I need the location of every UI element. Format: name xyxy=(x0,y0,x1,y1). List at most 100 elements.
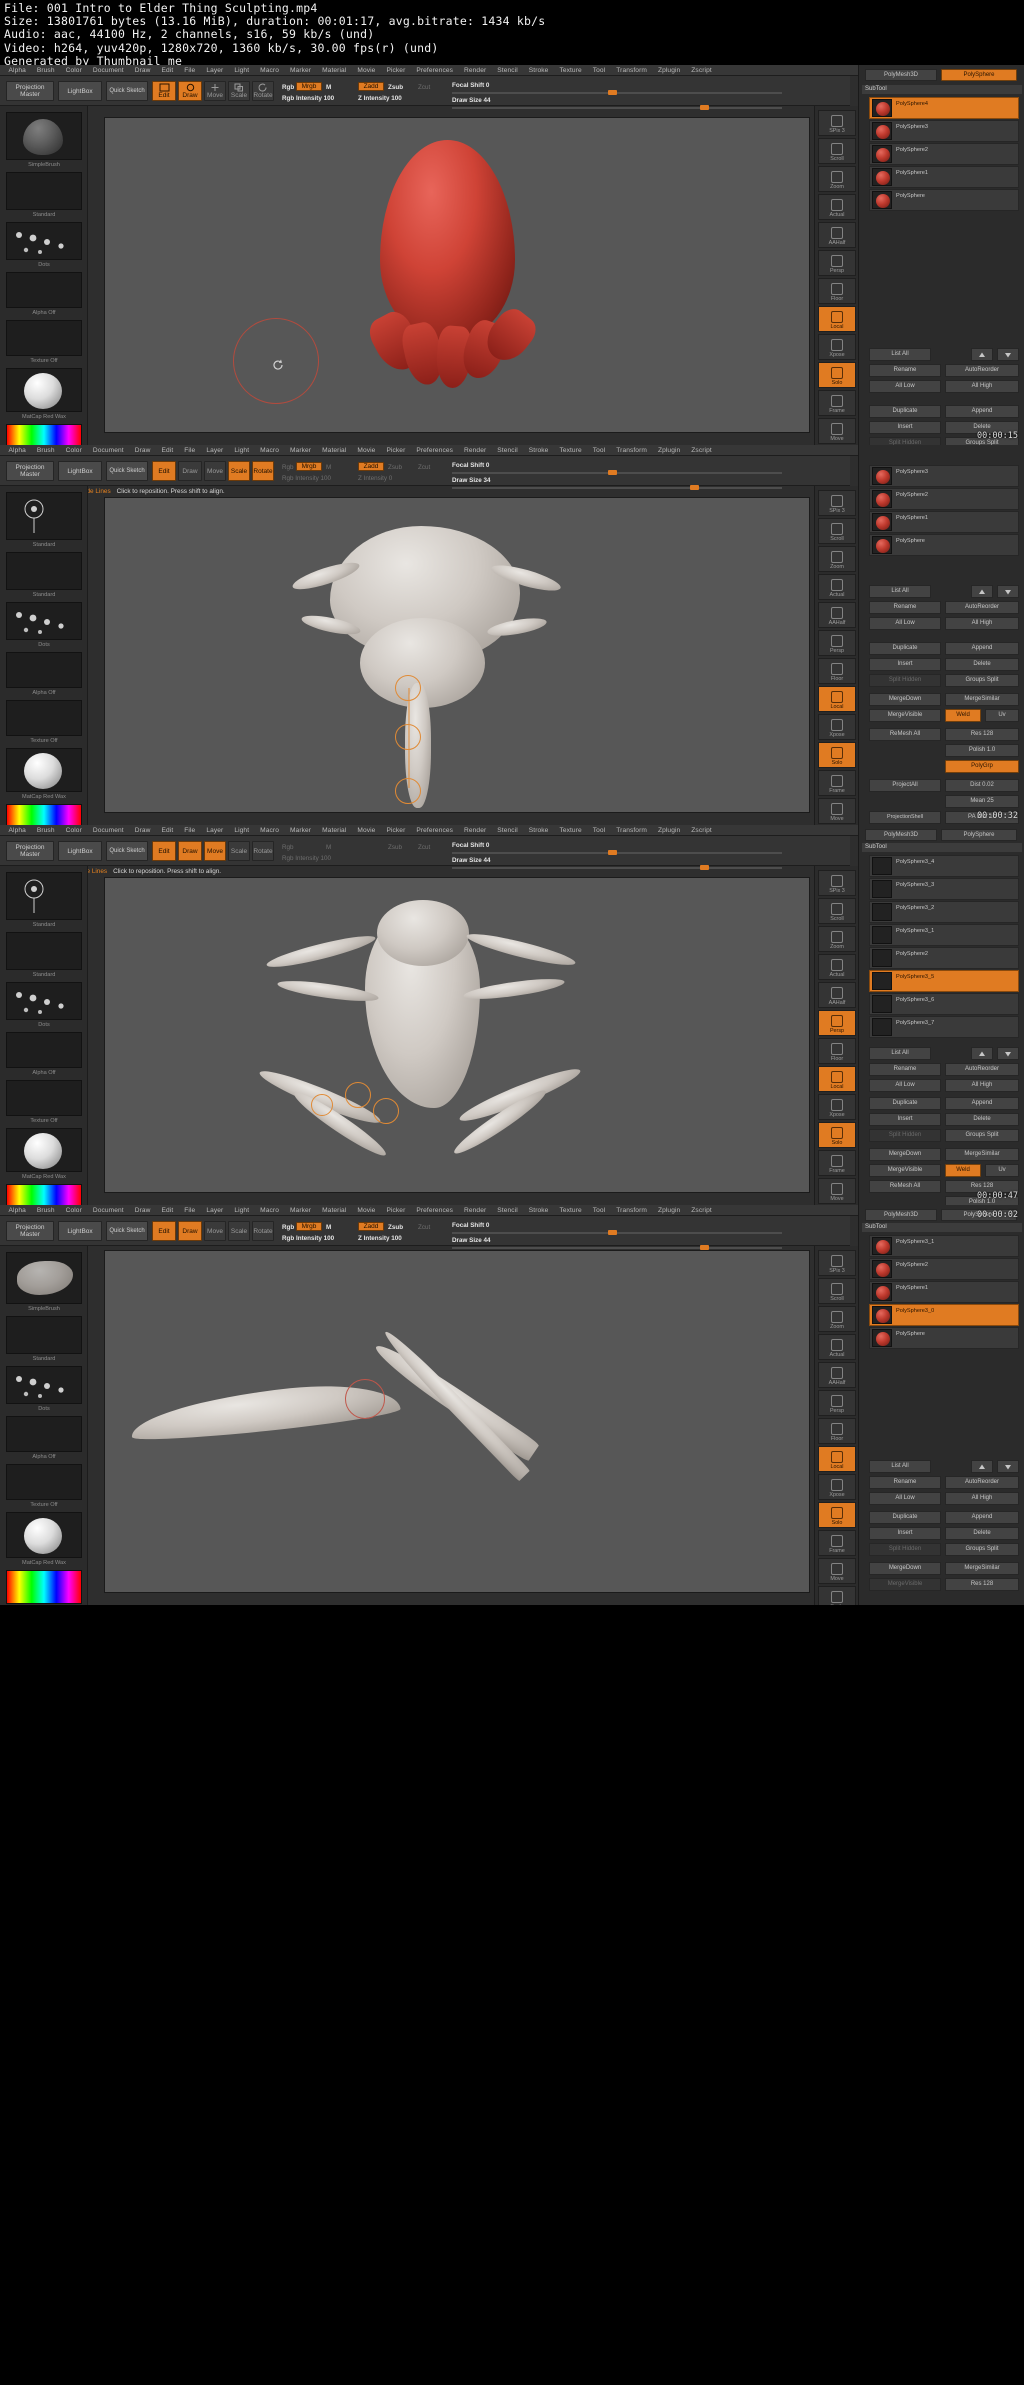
alpha-picker[interactable] xyxy=(6,652,82,688)
subtool-row[interactable]: PolySphere3_4 xyxy=(869,855,1019,877)
menu-item-material[interactable]: Material xyxy=(317,447,352,454)
project-all-button[interactable]: ProjectAll xyxy=(869,779,941,792)
merge-down-button[interactable]: MergeDown xyxy=(869,693,941,706)
menu-item-transform[interactable]: Transform xyxy=(611,1207,653,1214)
projection-master-button[interactable]: Projection Master xyxy=(6,1221,54,1241)
split-hidden-button[interactable]: Split Hidden xyxy=(869,1543,941,1556)
subtool-row[interactable]: PolySphere3_1 xyxy=(869,924,1019,946)
quick-local[interactable]: Local xyxy=(818,686,856,712)
rgb-intensity-label[interactable]: Rgb Intensity 100 xyxy=(282,95,334,102)
mrgb-button[interactable]: Mrgb xyxy=(296,462,322,471)
stroke-picker[interactable] xyxy=(6,222,82,260)
menu-item-zscript[interactable]: Zscript xyxy=(686,827,717,834)
polymesh3d-button[interactable]: PolyMesh3D xyxy=(865,69,937,81)
menu-item-tool[interactable]: Tool xyxy=(587,447,611,454)
menu-item-layer[interactable]: Layer xyxy=(201,1207,229,1214)
menu-item-document[interactable]: Document xyxy=(87,67,129,74)
transpose-ring-a[interactable] xyxy=(345,1082,371,1108)
mrgb-button[interactable]: Mrgb xyxy=(296,1222,322,1231)
menu-item-brush[interactable]: Brush xyxy=(31,1207,60,1214)
menu-item-edit[interactable]: Edit xyxy=(156,447,179,454)
zadd-button[interactable]: Zadd xyxy=(358,82,384,91)
m-label[interactable]: M xyxy=(326,84,331,91)
rgb-label[interactable]: Rgb xyxy=(282,84,294,91)
weld-button[interactable]: Weld xyxy=(945,1164,981,1177)
menu-item-layer[interactable]: Layer xyxy=(201,67,229,74)
groups-split-button[interactable]: Groups Split xyxy=(945,1543,1019,1556)
quick-spix[interactable]: SPix 3 xyxy=(818,1250,856,1276)
duplicate-button[interactable]: Duplicate xyxy=(869,642,941,655)
polish-slider[interactable]: Polish 1.0 xyxy=(945,744,1019,757)
list-all-button[interactable]: List All xyxy=(869,348,931,361)
groups-split-button[interactable]: Groups Split xyxy=(945,1129,1019,1142)
viewport-canvas-3[interactable] xyxy=(104,877,810,1193)
menu-item-render[interactable]: Render xyxy=(459,67,492,74)
focal-shift-slider[interactable] xyxy=(452,472,782,474)
quick-xpose[interactable]: Xpose xyxy=(818,1474,856,1500)
menu-item-file[interactable]: File xyxy=(179,447,201,454)
rgb-label[interactable]: Rgb xyxy=(282,844,294,851)
menu-item-texture[interactable]: Texture xyxy=(554,1207,587,1214)
brush-picker[interactable] xyxy=(6,552,82,590)
subtool-row-selected[interactable]: PolySphere4 xyxy=(869,97,1019,119)
all-low-button[interactable]: All Low xyxy=(869,1492,941,1505)
edit-button[interactable]: Edit xyxy=(152,461,176,481)
rgb-intensity-label[interactable]: Rgb Intensity 100 xyxy=(282,475,331,482)
lightbox-button[interactable]: LightBox xyxy=(58,81,102,101)
scale-button[interactable]: Scale xyxy=(228,1221,250,1241)
zsub-label[interactable]: Zsub xyxy=(388,1224,403,1231)
draw-size-label[interactable]: Draw Size 34 xyxy=(452,477,491,484)
viewport-canvas-1[interactable] xyxy=(104,117,810,433)
move-button[interactable]: Move xyxy=(204,461,226,481)
menu-item-document[interactable]: Document xyxy=(87,447,129,454)
subtool-row-selected[interactable]: PolySphere3_5 xyxy=(869,970,1019,992)
zsub-label[interactable]: Zsub xyxy=(388,844,402,851)
split-hidden-button[interactable]: Split Hidden xyxy=(869,437,941,445)
menu-item-transform[interactable]: Transform xyxy=(611,447,653,454)
move-down-button[interactable] xyxy=(997,348,1019,361)
menu-item-material[interactable]: Material xyxy=(317,827,352,834)
transpose-ring-c[interactable] xyxy=(311,1094,333,1116)
rgb-label[interactable]: Rgb xyxy=(282,464,294,471)
list-all-button[interactable]: List All xyxy=(869,1047,931,1060)
uv-button[interactable]: Uv xyxy=(985,1164,1019,1177)
quick-scroll[interactable]: Scroll xyxy=(818,1278,856,1304)
draw-size-label[interactable]: Draw Size 44 xyxy=(452,1237,491,1244)
menu-item-zscript[interactable]: Zscript xyxy=(686,447,717,454)
focal-shift-knob[interactable] xyxy=(608,90,617,95)
insert-button[interactable]: Insert xyxy=(869,1527,941,1540)
autoreorder-button[interactable]: AutoReorder xyxy=(945,1063,1019,1076)
subtool-row[interactable]: PolySphere2 xyxy=(869,1258,1019,1280)
move-button[interactable]: Move xyxy=(204,1221,226,1241)
lightbox-button[interactable]: LightBox xyxy=(58,461,102,481)
quick-scroll[interactable]: Scroll xyxy=(818,138,856,164)
append-button[interactable]: Append xyxy=(945,642,1019,655)
menu-item-light[interactable]: Light xyxy=(229,827,255,834)
menu-item-tool[interactable]: Tool xyxy=(587,827,611,834)
quick-scale[interactable]: Scale xyxy=(818,1586,856,1605)
focal-shift-label[interactable]: Focal Shift 0 xyxy=(452,462,489,469)
merge-similar-button[interactable]: MergeSimilar xyxy=(945,693,1019,706)
material-picker[interactable] xyxy=(6,368,82,412)
quick-frame[interactable]: Frame xyxy=(818,390,856,416)
material-picker[interactable] xyxy=(6,1128,82,1172)
split-hidden-button[interactable]: Split Hidden xyxy=(869,1129,941,1142)
delete-button[interactable]: Delete xyxy=(945,1527,1019,1540)
zcut-label[interactable]: Zcut xyxy=(418,464,430,471)
autoreorder-button[interactable]: AutoReorder xyxy=(945,601,1019,614)
mean-slider[interactable]: Mean 25 xyxy=(945,795,1019,808)
subtool-row-selected[interactable]: PolySphere3_0 xyxy=(869,1304,1019,1326)
menu-item-alpha[interactable]: Alpha xyxy=(3,1207,31,1214)
texture-picker[interactable] xyxy=(6,1464,82,1500)
scale-button[interactable]: Scale xyxy=(228,841,250,861)
menu-item-movie[interactable]: Movie xyxy=(352,67,381,74)
quick-sketch-button[interactable]: Quick Sketch xyxy=(106,81,148,101)
menu-item-edit[interactable]: Edit xyxy=(156,827,179,834)
z-intensity-label[interactable]: Z Intensity 100 xyxy=(358,1235,402,1242)
rename-button[interactable]: Rename xyxy=(869,601,941,614)
all-high-button[interactable]: All High xyxy=(945,1492,1019,1505)
quick-floor[interactable]: Floor xyxy=(818,658,856,684)
scale-button[interactable]: Scale xyxy=(228,81,250,101)
menu-item-macro[interactable]: Macro xyxy=(255,1207,285,1214)
current-tool-thumb[interactable] xyxy=(6,492,82,540)
